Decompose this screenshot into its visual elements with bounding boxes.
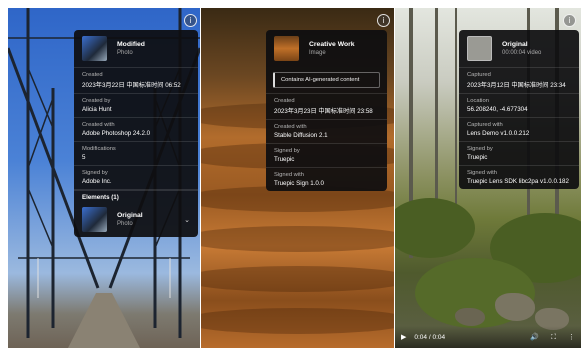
card-header: Original 00:00:04 video [459,30,579,68]
row-label: Modifications [82,146,116,152]
card-title: Modified [117,41,145,48]
created-row: Created 2023年3月23日 中国标准时间 23:58 [266,93,387,120]
signed-by-row: Signed by Adobe Inc. [74,166,198,190]
card-title: Original [502,41,528,48]
thumbnail-image [467,36,492,61]
content-credentials-card-original: Original 00:00:04 video Captured 2023年3月… [459,30,579,189]
row-value: Lens Demo v1.0.0.212 [467,130,530,137]
more-icon[interactable]: ⋮ [568,333,575,341]
row-label: Signed by [82,170,108,176]
row-label: Created with [274,124,307,130]
row-label: Created [82,72,103,78]
signed-with-row: Signed with Truepic Lens SDK libc2pa v1.… [459,166,579,189]
info-icon[interactable]: i [184,14,197,27]
volume-icon[interactable]: 🔊 [530,333,539,341]
captured-with-row: Captured with Lens Demo v1.0.0.212 [459,118,579,142]
row-label: Created [274,98,295,104]
row-label: Captured [467,72,491,78]
row-label: Captured with [467,122,503,128]
video-controls: ▶ 0:04 / 0:04 🔊 ⛶ ⋮ [395,326,581,348]
card-subtitle: 00:00:04 video [502,50,542,56]
created-row: Created 2023年3月22日 中国标准时间 06:52 [74,68,198,94]
row-label: Created by [82,98,111,104]
created-with-row: Created with Adobe Photoshop 24.2.0 [74,118,198,142]
row-value: Truepic Lens SDK libc2pa v1.0.0.182 [467,178,569,185]
element-thumbnail [82,207,107,232]
fullscreen-icon[interactable]: ⛶ [551,333,556,342]
chevron-down-icon[interactable]: ⌄ [184,216,190,224]
modifications-row: Modifications 5 [74,142,198,166]
signed-by-row: Signed by Truepic [266,144,387,168]
content-credentials-card-modified: Modified Photo Created 2023年3月22日 中国标准时间… [74,30,198,237]
element-item-original[interactable]: Original Photo ⌄ [74,204,198,237]
created-with-row: Created with Stable Diffusion 2.1 [266,120,387,144]
content-credentials-card-creative-work: Creative Work Image Contains AI-generate… [266,30,387,191]
row-value: Alicia Hunt [82,106,112,113]
elements-section: Elements (1) Original Photo ⌄ [74,190,198,237]
info-icon[interactable]: i [563,14,576,27]
row-value: 2023年3月23日 中国标准时间 23:58 [274,108,373,115]
row-value: 56.208240, -4.677304 [467,106,528,113]
photo-panel-modified: i Modified Photo Created 2023年3月22日 中国标准… [8,8,200,348]
created-by-row: Created by Alicia Hunt [74,94,198,118]
row-label: Signed by [274,148,300,154]
row-value: Truepic [274,156,295,163]
card-subtitle: Image [309,50,326,56]
signed-with-row: Signed with Truepic Sign 1.0.0 [266,168,387,191]
card-title: Creative Work [309,41,355,48]
row-value: Stable Diffusion 2.1 [274,132,328,139]
row-label: Location [467,98,489,104]
row-label: Created with [82,122,115,128]
row-value: Truepic Sign 1.0.0 [274,180,324,187]
row-label: Signed by [467,146,493,152]
row-label: Signed with [467,170,497,176]
row-value: 2023年3月12日 中国标准时间 23:34 [467,82,566,89]
info-icon[interactable]: i [377,14,390,27]
play-icon[interactable]: ▶ [401,333,406,341]
element-title: Original [117,212,143,219]
card-header: Modified Photo [74,30,198,68]
row-value: Adobe Inc. [82,178,112,185]
ai-generated-badge: Contains AI-generated content [273,72,380,88]
captured-row: Captured 2023年3月12日 中国标准时间 23:34 [459,68,579,94]
thumbnail-image [274,36,299,61]
card-header: Creative Work Image [266,30,387,67]
video-time: 0:04 / 0:04 [414,333,446,341]
card-subtitle: Photo [117,50,133,56]
image-panel-creative-work: i Creative Work Image Contains AI-genera… [201,8,394,348]
row-label: Signed with [274,172,304,178]
signed-by-row: Signed by Truepic [459,142,579,166]
thumbnail-image [82,36,107,61]
row-value: 5 [82,154,86,161]
row-value: Truepic [467,154,488,161]
element-subtitle: Photo [117,221,133,227]
row-value: Adobe Photoshop 24.2.0 [82,130,151,137]
video-panel-original: i Original 00:00:04 video Captured 2023年… [395,8,581,348]
elements-label: Elements (1) [82,194,119,201]
location-row: Location 56.208240, -4.677304 [459,94,579,118]
row-value: 2023年3月22日 中国标准时间 06:52 [82,82,181,89]
